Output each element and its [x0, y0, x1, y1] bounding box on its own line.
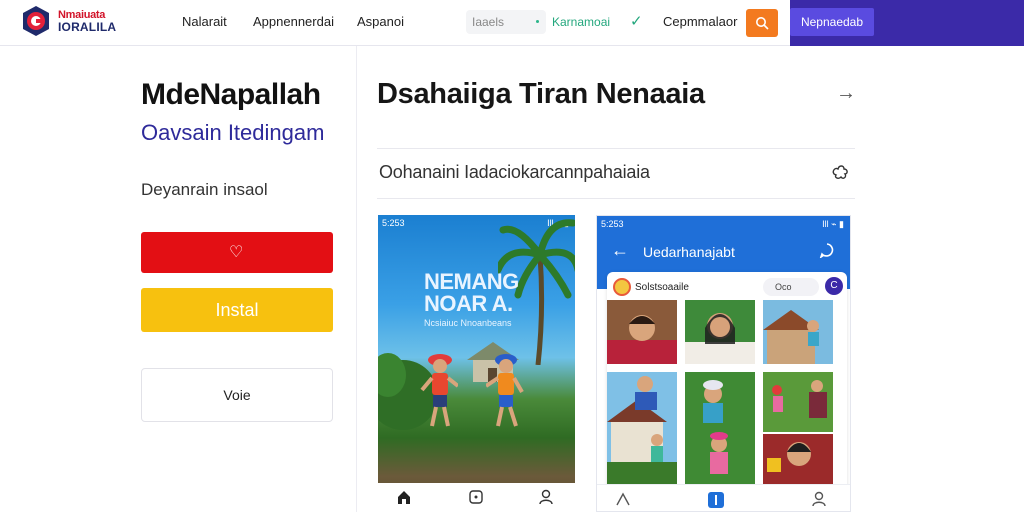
- screenshot2-bottom-nav: [597, 484, 850, 511]
- add-post-icon[interactable]: [707, 491, 725, 509]
- screenshot1-title-line1: NEMANG: [424, 269, 519, 294]
- gallery-card: Solstsoaaile Oco C: [607, 272, 847, 511]
- wishlist-button[interactable]: ♡: [141, 232, 333, 273]
- status-icons: Ill ⌁ ▮: [822, 219, 844, 229]
- photo-thumbnail[interactable]: [607, 372, 677, 484]
- home-icon[interactable]: [396, 489, 412, 505]
- chat-icon[interactable]: [819, 242, 835, 258]
- avatar[interactable]: [613, 278, 631, 296]
- profile-icon[interactable]: [811, 491, 827, 507]
- nav-link-3[interactable]: Aspanoi: [357, 14, 404, 29]
- photo-thumbnail[interactable]: [763, 300, 833, 364]
- screenshot1-title-line2: NOAR A.: [424, 291, 513, 316]
- green-nav-link[interactable]: Karnamoai: [552, 15, 610, 29]
- arrow-right-icon[interactable]: →: [836, 82, 856, 105]
- share-icon[interactable]: [830, 162, 850, 182]
- separator-dot: [536, 20, 539, 23]
- status-time: 5:253: [601, 219, 624, 229]
- photo-thumbnail[interactable]: [685, 300, 755, 364]
- status-time: 5:253: [382, 218, 405, 228]
- card-username: Solstsoaaile: [635, 282, 689, 293]
- screenshot1-bottom-nav: [378, 483, 575, 512]
- app-screenshot-1[interactable]: 5:253 Ill ⌁ ▮ NEMANG NOAR A. Ncsiaiuc Nn…: [378, 215, 575, 512]
- nav-link-1[interactable]: Nalarait: [182, 14, 227, 29]
- search-button[interactable]: [746, 9, 778, 37]
- child-right-icon: [486, 354, 524, 427]
- section-title: Dsahaiiga Tiran Nenaaia: [377, 78, 705, 110]
- back-arrow-icon[interactable]: ←: [611, 240, 629, 261]
- secondary-button[interactable]: Voie: [141, 368, 333, 422]
- add-icon[interactable]: [468, 489, 484, 505]
- profile-icon[interactable]: [538, 489, 554, 505]
- photo-thumbnail[interactable]: [607, 300, 677, 364]
- screenshot2-title: Uedarhanajabt: [643, 244, 735, 260]
- card-badge[interactable]: C: [825, 277, 843, 295]
- developer-name: Deyanrain insaol: [141, 180, 268, 199]
- app-subtitle[interactable]: Oavsain Itedingam: [141, 120, 324, 146]
- screenshot1-title: NEMANG NOAR A.: [424, 271, 519, 315]
- nav-link-2[interactable]: Appnennerdai: [253, 14, 334, 29]
- child-left-icon: [420, 354, 458, 427]
- app-screenshot-2[interactable]: 5:253 Ill ⌁ ▮ ← Uedarhanajabt Solstsoaai…: [596, 215, 851, 512]
- install-button[interactable]: Instal: [141, 288, 333, 332]
- brand-logo-icon[interactable]: [22, 5, 50, 37]
- brand-name-bottom: IORALILA: [58, 20, 117, 34]
- heart-icon: ♡: [229, 244, 244, 261]
- app-title: MdeNapallah: [141, 78, 321, 111]
- screenshot1-subtitle: Ncsiaiuc Nnoanbeans: [424, 318, 512, 328]
- check-icon: ✓: [630, 13, 643, 30]
- photo-thumbnail[interactable]: [763, 372, 833, 484]
- section-description: Oohanaini Iadaciokarcannpahaiaia: [379, 162, 650, 182]
- header-primary-button[interactable]: Nepnaedab: [790, 8, 874, 36]
- search-icon: [756, 17, 769, 30]
- home-outline-icon[interactable]: [615, 491, 631, 507]
- divider-top: [377, 148, 855, 149]
- cta-link[interactable]: Cepmmalaor: [663, 14, 737, 29]
- card-pill-label: Oco: [775, 282, 792, 292]
- search-placeholder: Iaaels: [472, 15, 505, 29]
- photo-thumbnail[interactable]: [685, 372, 755, 484]
- top-navbar: Nmaiuata IORALILA Nalarait Appnennerdai …: [0, 0, 1024, 46]
- divider-bottom: [377, 198, 855, 199]
- column-divider: [356, 46, 357, 512]
